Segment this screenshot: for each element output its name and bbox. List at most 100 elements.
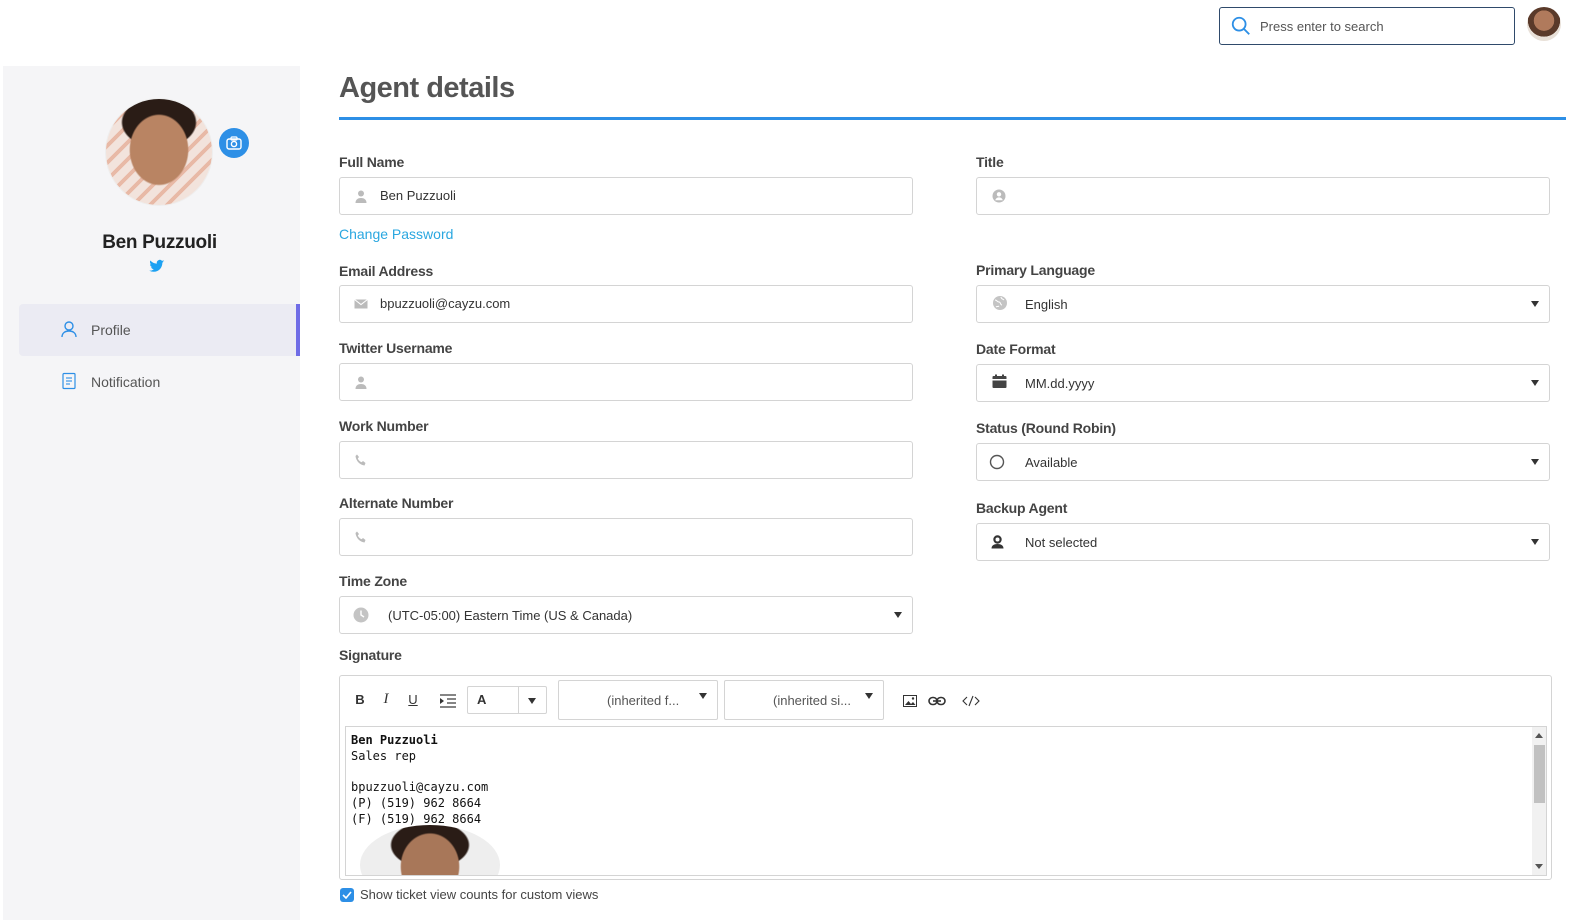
ticket-counts-option[interactable]: Show ticket view counts for custom views bbox=[340, 887, 598, 902]
font-family-select[interactable]: (inherited f... bbox=[558, 680, 718, 720]
work-number-input[interactable] bbox=[380, 452, 860, 467]
change-photo-button[interactable] bbox=[219, 128, 249, 158]
twitter-icon[interactable] bbox=[149, 258, 165, 274]
work-number-field[interactable] bbox=[339, 441, 913, 479]
email-label: Email Address bbox=[339, 263, 434, 279]
font-size-value: (inherited si... bbox=[773, 693, 852, 708]
font-size-select[interactable]: (inherited si... bbox=[724, 680, 884, 720]
chevron-down-icon bbox=[528, 698, 536, 704]
calendar-icon bbox=[992, 374, 1007, 388]
alternate-number-input[interactable] bbox=[380, 529, 860, 544]
user-icon bbox=[355, 190, 367, 203]
search-input[interactable] bbox=[1260, 18, 1500, 34]
work-number-label: Work Number bbox=[339, 418, 429, 434]
title-input[interactable] bbox=[1017, 188, 1497, 203]
signature-name: Ben Puzzuoli bbox=[351, 733, 438, 747]
user-icon bbox=[355, 376, 367, 389]
full-name-label: Full Name bbox=[339, 154, 405, 170]
chevron-down-icon bbox=[699, 693, 707, 699]
font-color-label: A bbox=[477, 692, 487, 707]
email-field[interactable] bbox=[339, 285, 913, 323]
camera-icon bbox=[226, 136, 242, 150]
signature-content[interactable]: Ben Puzzuoli Sales rep bpuzzuoli@cayzu.c… bbox=[345, 726, 1547, 876]
agent-icon bbox=[991, 535, 1004, 549]
envelope-icon bbox=[354, 299, 368, 309]
email-input[interactable] bbox=[380, 296, 860, 311]
time-zone-value: (UTC-05:00) Eastern Time (US & Canada) bbox=[388, 608, 633, 623]
signature-fax: (F) (519) 962 8664 bbox=[351, 812, 482, 826]
phone-icon bbox=[355, 531, 366, 543]
title-divider bbox=[339, 117, 1566, 120]
twitter-username-input[interactable] bbox=[380, 374, 860, 389]
sidebar: Ben Puzzuoli Profile Notification bbox=[3, 66, 300, 920]
status-label: Status (Round Robin) bbox=[976, 420, 1116, 436]
backup-agent-select[interactable]: Not selected bbox=[976, 523, 1550, 561]
indent-icon[interactable] bbox=[440, 694, 456, 708]
primary-language-label: Primary Language bbox=[976, 262, 1095, 278]
time-zone-select[interactable]: (UTC-05:00) Eastern Time (US & Canada) bbox=[339, 596, 913, 634]
signature-title: Sales rep bbox=[351, 749, 417, 763]
scroll-down-arrow[interactable] bbox=[1535, 864, 1543, 869]
scrollbar[interactable] bbox=[1532, 727, 1546, 875]
bold-button[interactable]: B bbox=[350, 692, 370, 707]
chevron-down-icon bbox=[1531, 539, 1539, 545]
italic-button[interactable]: I bbox=[376, 691, 396, 708]
signature-editor[interactable]: B I U A (inherited f... (inherited si...… bbox=[339, 675, 1552, 880]
ticket-counts-label: Show ticket view counts for custom views bbox=[360, 887, 599, 902]
user-circle-icon bbox=[992, 189, 1006, 203]
font-color-picker[interactable]: A bbox=[467, 686, 547, 714]
signature-label: Signature bbox=[339, 647, 402, 663]
user-icon bbox=[61, 321, 77, 338]
circle-status-icon bbox=[989, 454, 1005, 470]
font-family-value: (inherited f... bbox=[607, 693, 680, 708]
globe-icon bbox=[993, 296, 1007, 310]
sidebar-item-label: Profile bbox=[91, 322, 131, 338]
user-avatar[interactable] bbox=[1527, 7, 1561, 41]
twitter-username-label: Twitter Username bbox=[339, 340, 453, 356]
profile-photo bbox=[106, 99, 212, 205]
chevron-down-icon bbox=[1531, 459, 1539, 465]
signature-email: bpuzzuoli@cayzu.com bbox=[351, 780, 489, 794]
checkmark-icon bbox=[342, 890, 352, 899]
document-icon bbox=[62, 372, 76, 390]
status-value: Available bbox=[1025, 455, 1078, 470]
alternate-number-field[interactable] bbox=[339, 518, 913, 556]
search-bar[interactable] bbox=[1219, 7, 1515, 45]
clock-icon bbox=[353, 607, 369, 623]
scroll-thumb[interactable] bbox=[1534, 745, 1545, 803]
primary-language-value: English bbox=[1025, 297, 1068, 312]
scroll-up-arrow[interactable] bbox=[1535, 733, 1543, 738]
date-format-select[interactable]: MM.dd.yyyy bbox=[976, 364, 1550, 402]
chevron-down-icon bbox=[865, 693, 873, 699]
chevron-down-icon bbox=[1531, 301, 1539, 307]
profile-name: Ben Puzzuoli bbox=[102, 232, 217, 253]
date-format-label: Date Format bbox=[976, 341, 1056, 357]
status-select[interactable]: Available bbox=[976, 443, 1550, 481]
alternate-number-label: Alternate Number bbox=[339, 495, 454, 511]
link-icon[interactable] bbox=[928, 695, 946, 707]
sidebar-item-label: Notification bbox=[91, 374, 161, 390]
signature-phone: (P) (519) 962 8664 bbox=[351, 796, 482, 810]
ticket-counts-checkbox[interactable] bbox=[340, 887, 354, 902]
chevron-down-icon bbox=[1531, 380, 1539, 386]
primary-language-select[interactable]: English bbox=[976, 285, 1550, 323]
search-icon bbox=[1231, 16, 1250, 35]
date-format-value: MM.dd.yyyy bbox=[1025, 376, 1095, 391]
change-password-link[interactable]: Change Password bbox=[339, 226, 453, 242]
backup-agent-value: Not selected bbox=[1025, 535, 1098, 550]
signature-photo bbox=[360, 825, 500, 875]
page-title: Agent details bbox=[339, 72, 515, 104]
title-label: Title bbox=[976, 154, 1004, 170]
underline-button[interactable]: U bbox=[403, 692, 423, 707]
title-field[interactable] bbox=[976, 177, 1550, 215]
sidebar-item-profile[interactable]: Profile bbox=[19, 304, 300, 356]
full-name-input[interactable] bbox=[380, 188, 860, 203]
backup-agent-label: Backup Agent bbox=[976, 500, 1068, 516]
time-zone-label: Time Zone bbox=[339, 573, 407, 589]
phone-icon bbox=[355, 454, 366, 466]
sidebar-item-notification[interactable]: Notification bbox=[19, 356, 300, 408]
full-name-field[interactable] bbox=[339, 177, 913, 215]
twitter-username-field[interactable] bbox=[339, 363, 913, 401]
image-icon[interactable] bbox=[903, 695, 917, 707]
code-view-icon[interactable] bbox=[962, 695, 980, 707]
